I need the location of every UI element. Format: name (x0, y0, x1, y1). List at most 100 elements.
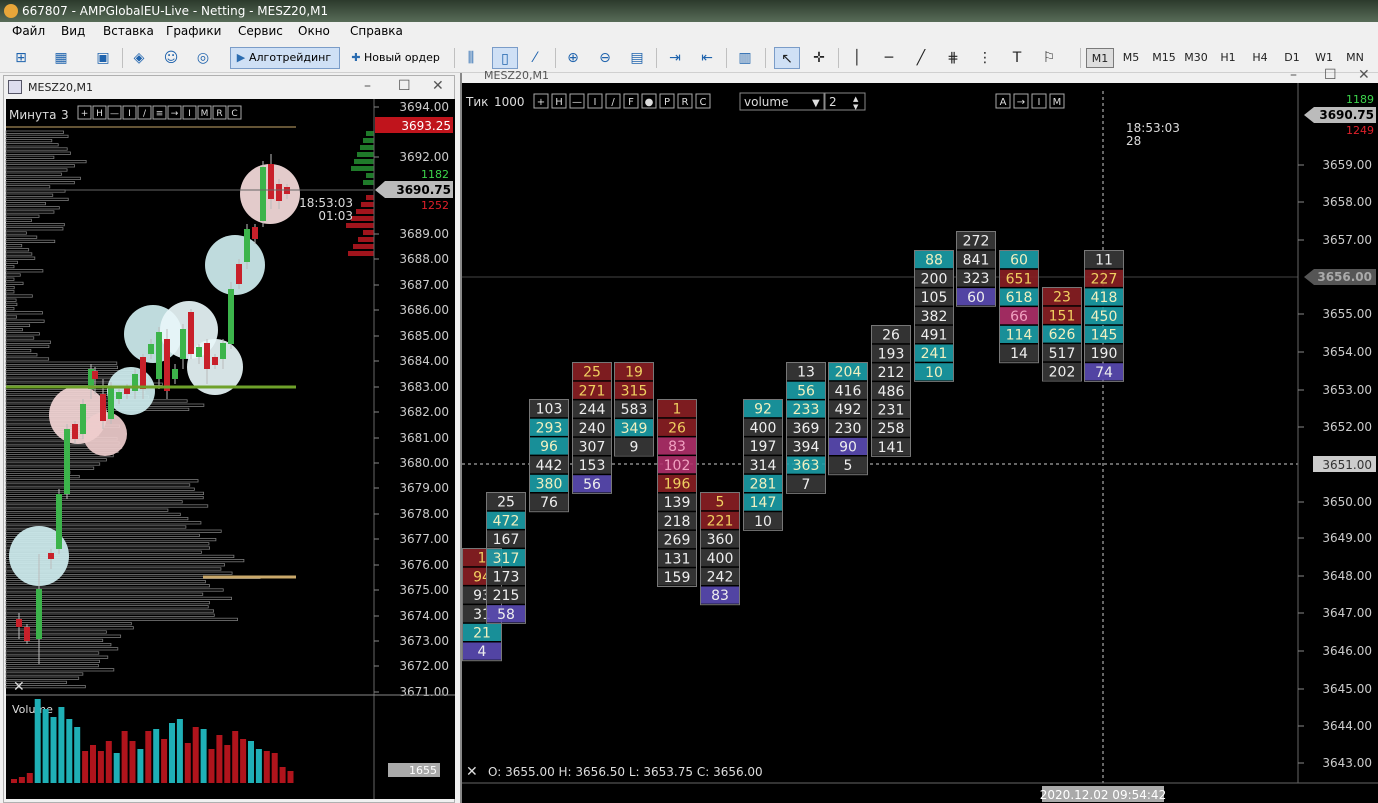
market-watch-icon[interactable]: ◈ (128, 47, 150, 69)
footprint-value: 1 (478, 551, 487, 567)
text-tool-icon[interactable]: T (1006, 47, 1028, 69)
chart-tool-label: I (1038, 97, 1041, 108)
minimize-icon[interactable]: – (364, 78, 371, 94)
footprint-value: 5 (716, 495, 725, 511)
chart-tool-label: H (555, 97, 563, 108)
footprint-value: 323 (963, 271, 990, 287)
candle-body (252, 227, 258, 239)
chart-tool-label: P (664, 97, 670, 108)
templates-icon[interactable]: ▣ (92, 47, 114, 69)
footprint-value: 491 (921, 328, 948, 344)
new-order-button[interactable]: ✚ Новый ордер (345, 47, 447, 69)
volume-bar (121, 731, 128, 783)
chart-tool-label: ≡ (156, 109, 164, 119)
spin-up-icon[interactable]: ▲ (853, 95, 859, 103)
tools-icon[interactable]: ✕ (13, 679, 25, 695)
footprint-value: 369 (793, 421, 820, 437)
menu-window[interactable]: Окно (298, 24, 330, 38)
footprint-value: 139 (664, 495, 691, 511)
candle-body (276, 184, 282, 201)
price-label: 3675.00 (399, 583, 449, 597)
chart-shift-icon[interactable]: ⇤ (696, 47, 718, 69)
footprint-value: 215 (493, 588, 520, 604)
price-label: 3677.00 (399, 532, 449, 546)
timeframe-d1[interactable]: D1 (1280, 48, 1304, 68)
crosshair-icon[interactable]: ✛ (808, 47, 830, 69)
candle-body (116, 392, 122, 399)
close-icon-2[interactable]: ✕ (1358, 67, 1370, 83)
timeframe-m1[interactable]: M1 (1086, 48, 1114, 68)
zoom-out-icon[interactable]: ⊖ (594, 47, 616, 69)
timeframe-w1[interactable]: W1 (1312, 48, 1336, 68)
ask-dom-bar (360, 145, 374, 150)
price-label: 3652.00 (1322, 420, 1372, 434)
hline-price: 3656.00 (1317, 270, 1372, 284)
price-label: 3645.00 (1322, 682, 1372, 696)
maximize-icon[interactable]: ☐ (398, 78, 411, 94)
signals-icon[interactable]: ◎ (192, 47, 214, 69)
price-label: 3648.00 (1322, 569, 1372, 583)
candle-body (228, 289, 234, 344)
tile-windows-icon[interactable]: ▤ (626, 47, 648, 69)
footprint-value: 293 (536, 420, 563, 436)
equidistant-channel-icon[interactable]: ⋕ (942, 47, 964, 69)
right-tools-icon[interactable]: ✕ (466, 764, 478, 780)
footprint-value: 244 (579, 402, 606, 418)
candles-icon[interactable]: ▯ (492, 47, 518, 69)
bar-chart-icon[interactable]: ⫼ (460, 47, 482, 69)
chart-tool-label: + (81, 109, 89, 119)
volume-bar (42, 709, 49, 783)
maximize-icon-2[interactable]: ☐ (1324, 67, 1337, 83)
ask-dom-bar (363, 180, 374, 185)
menu-view[interactable]: Вид (61, 24, 85, 38)
price-label: 3655.00 (1322, 307, 1372, 321)
menu-help[interactable]: Справка (350, 24, 403, 38)
algo-trading-button[interactable]: ▶ Алготрейдинг (230, 47, 340, 69)
close-icon[interactable]: ✕ (432, 78, 444, 94)
ask-dom-bar (366, 131, 374, 136)
new-chart-icon[interactable]: ⊞ (10, 47, 32, 69)
timeframe-h1[interactable]: H1 (1216, 48, 1240, 68)
candle-body (204, 343, 210, 369)
timeframe-m30[interactable]: M30 (1182, 48, 1210, 68)
timeframe-m15[interactable]: M15 (1150, 48, 1178, 68)
bid-dom-bar (366, 195, 374, 200)
timeframe-h4[interactable]: H4 (1248, 48, 1272, 68)
timeframe-m5[interactable]: M5 (1118, 48, 1144, 68)
chart-tool-label: ● (645, 97, 654, 108)
price-label: 3671.00 (399, 685, 449, 699)
menu-service[interactable]: Сервис (238, 24, 283, 38)
shapes-icon[interactable]: ⚐ (1038, 47, 1060, 69)
horizontal-line-icon[interactable]: ─ (878, 47, 900, 69)
spin-down-icon[interactable]: ▼ (853, 103, 859, 111)
footprint-value: 60 (967, 290, 985, 306)
price-label: 3688.00 (399, 252, 449, 266)
profiles-icon[interactable]: ▦ (50, 47, 72, 69)
line-chart-icon[interactable]: ⁄ (524, 47, 546, 69)
minimize-icon-2[interactable]: – (1290, 67, 1297, 83)
bid-dom-bar (346, 223, 374, 228)
left-chart[interactable]: Минута 3 + H — I / ≡ → I M R C 3694.003692.003689.… (3, 99, 455, 799)
zoom-in-icon[interactable]: ⊕ (562, 47, 584, 69)
timeframe-mn[interactable]: MN (1342, 48, 1368, 68)
footprint-chart[interactable]: Тик 1000 + H — I / F ● P R C volume ▼ 2 ▲ ▼ A → I M … (462, 83, 1378, 803)
left-toolbar-label: Минута (9, 108, 56, 122)
autoscroll-icon[interactable]: ⇥ (664, 47, 686, 69)
menu-insert[interactable]: Вставка (103, 24, 154, 38)
indicators-icon[interactable]: ▥ (734, 47, 756, 69)
fibonacci-icon[interactable]: ⋮ (974, 47, 996, 69)
footprint-value: 25 (583, 365, 601, 381)
candle-body (156, 332, 162, 379)
menu-file[interactable]: Файл (12, 24, 45, 38)
cursor-icon[interactable]: ↖ (774, 47, 800, 69)
footprint-value: 141 (878, 440, 905, 456)
footprint-value: 131 (664, 551, 691, 567)
volume-bar (232, 731, 239, 783)
footprint-value: 307 (579, 440, 606, 456)
menu-charts[interactable]: Графики (166, 24, 221, 38)
ask-dom-bar (354, 159, 374, 164)
vertical-line-icon[interactable]: │ (846, 47, 868, 69)
navigator-icon[interactable]: ☺ (160, 47, 182, 69)
trendline-icon[interactable]: ╱ (910, 47, 932, 69)
volume-value: 1655 (409, 764, 437, 777)
